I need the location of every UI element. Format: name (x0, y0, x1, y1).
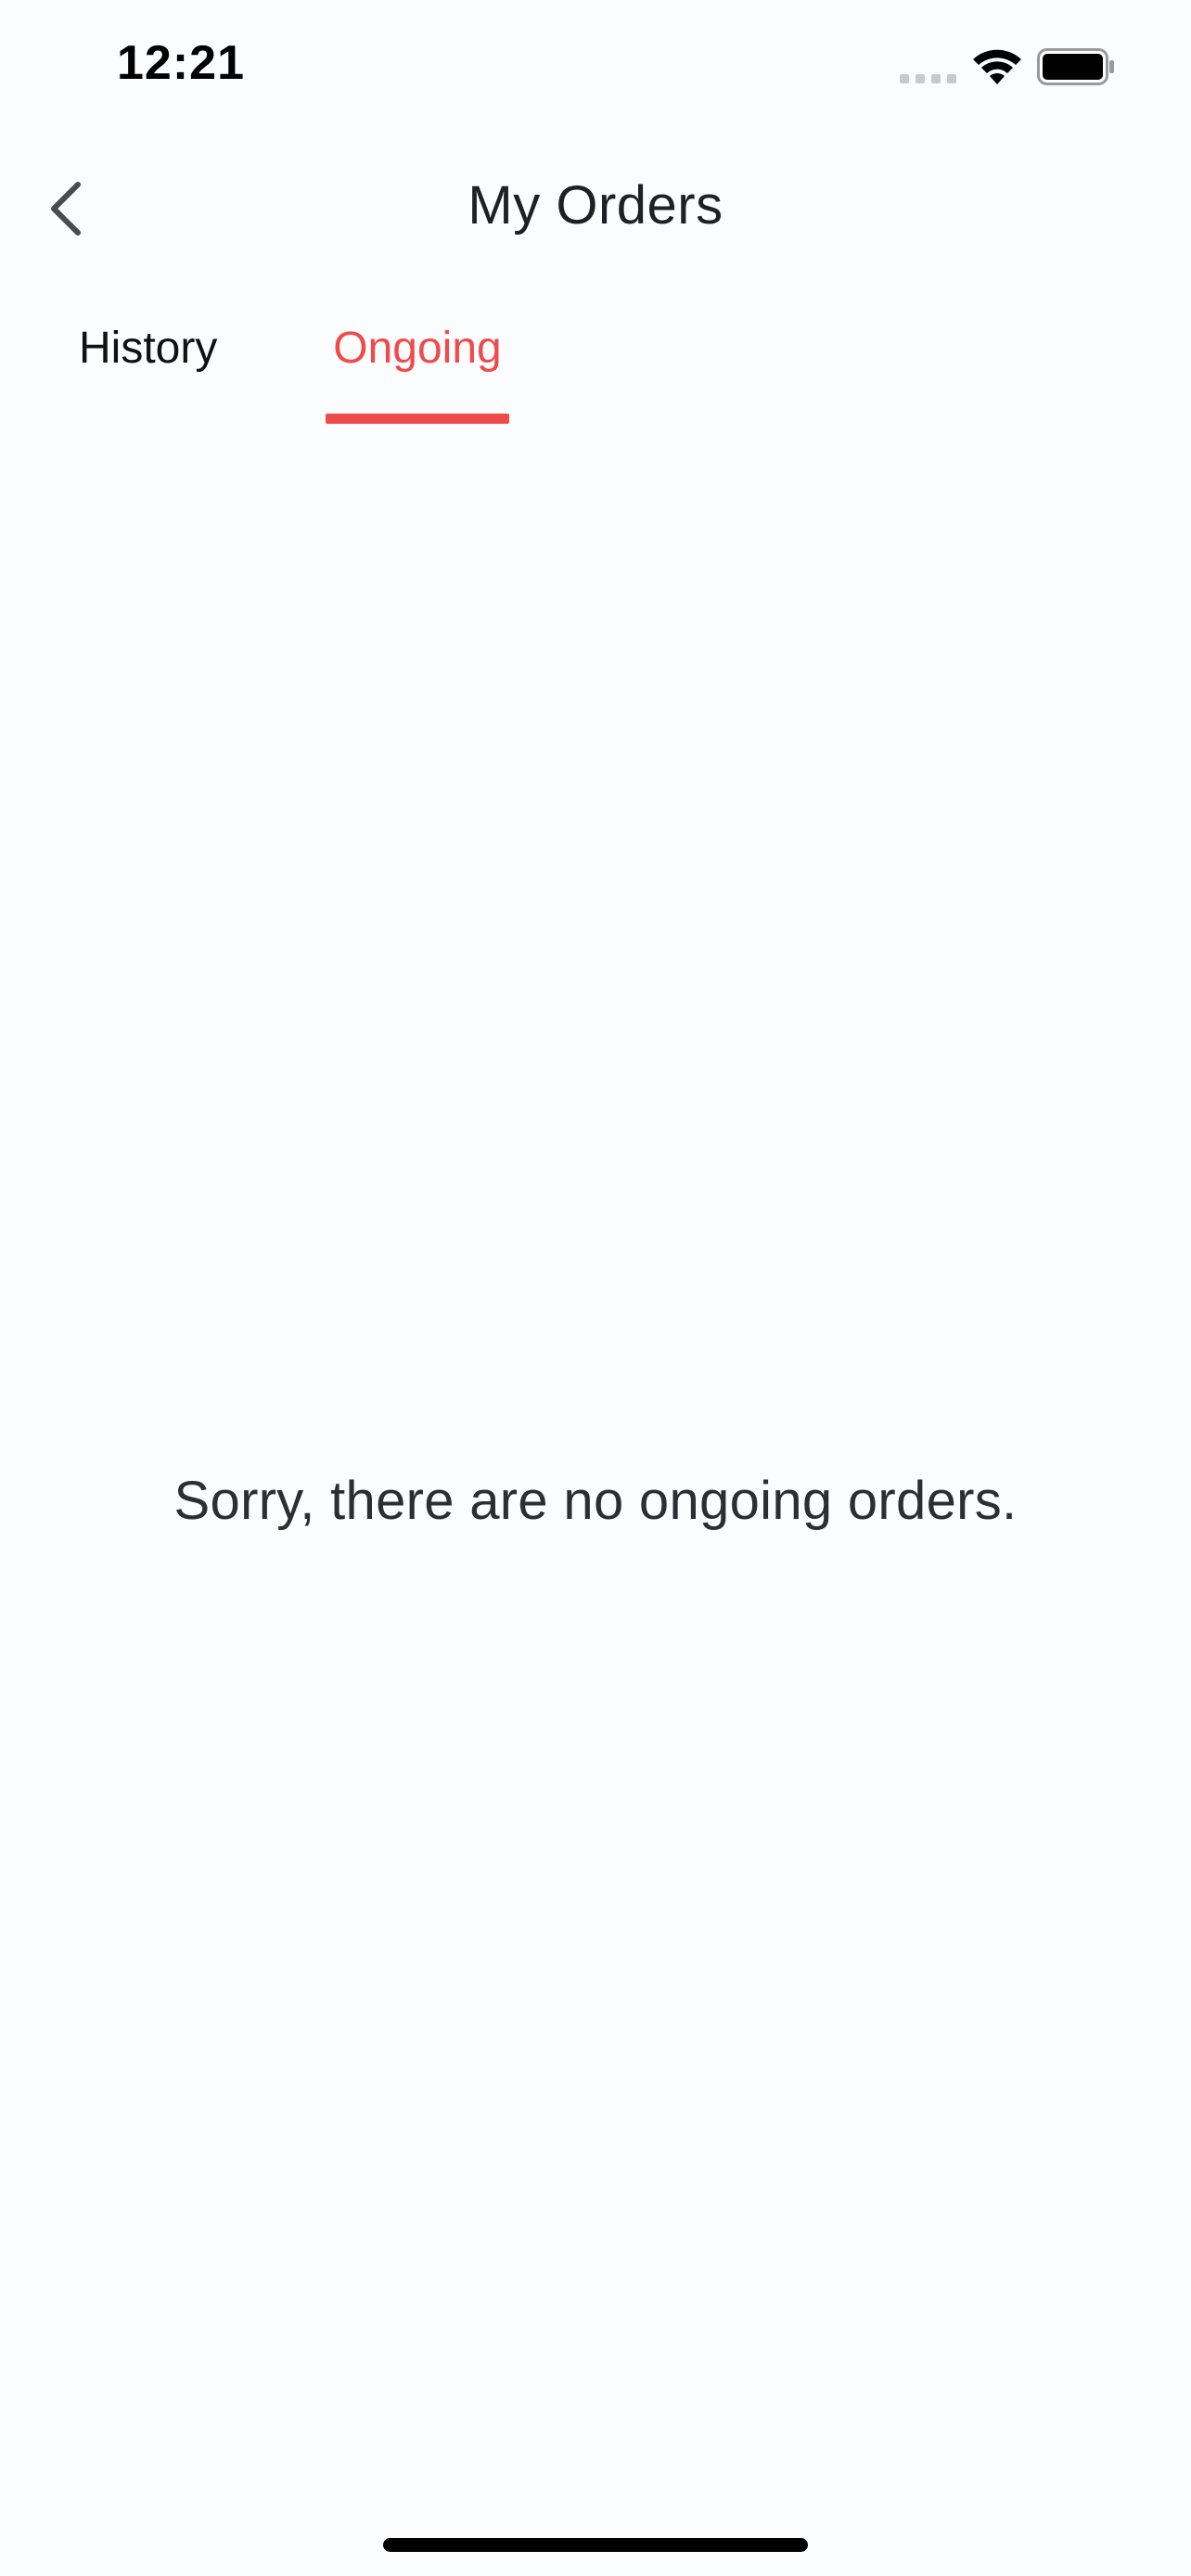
wifi-icon (973, 49, 1021, 84)
empty-state-message: Sorry, there are no ongoing orders. (173, 1471, 1018, 1531)
tab-history-label: History (79, 324, 218, 373)
home-indicator (383, 2538, 808, 2552)
tab-history[interactable]: History (79, 315, 237, 427)
status-bar: 12:21 (0, 0, 1191, 139)
page-title: My Orders (467, 175, 724, 236)
battery-icon (1037, 48, 1114, 85)
active-tab-indicator (326, 414, 509, 424)
tab-ongoing[interactable]: Ongoing (326, 315, 509, 427)
order-tabs: History Ongoing (0, 315, 1191, 436)
status-time: 12:21 (117, 36, 245, 90)
tab-ongoing-label: Ongoing (333, 324, 502, 373)
signal-icon (900, 74, 956, 83)
